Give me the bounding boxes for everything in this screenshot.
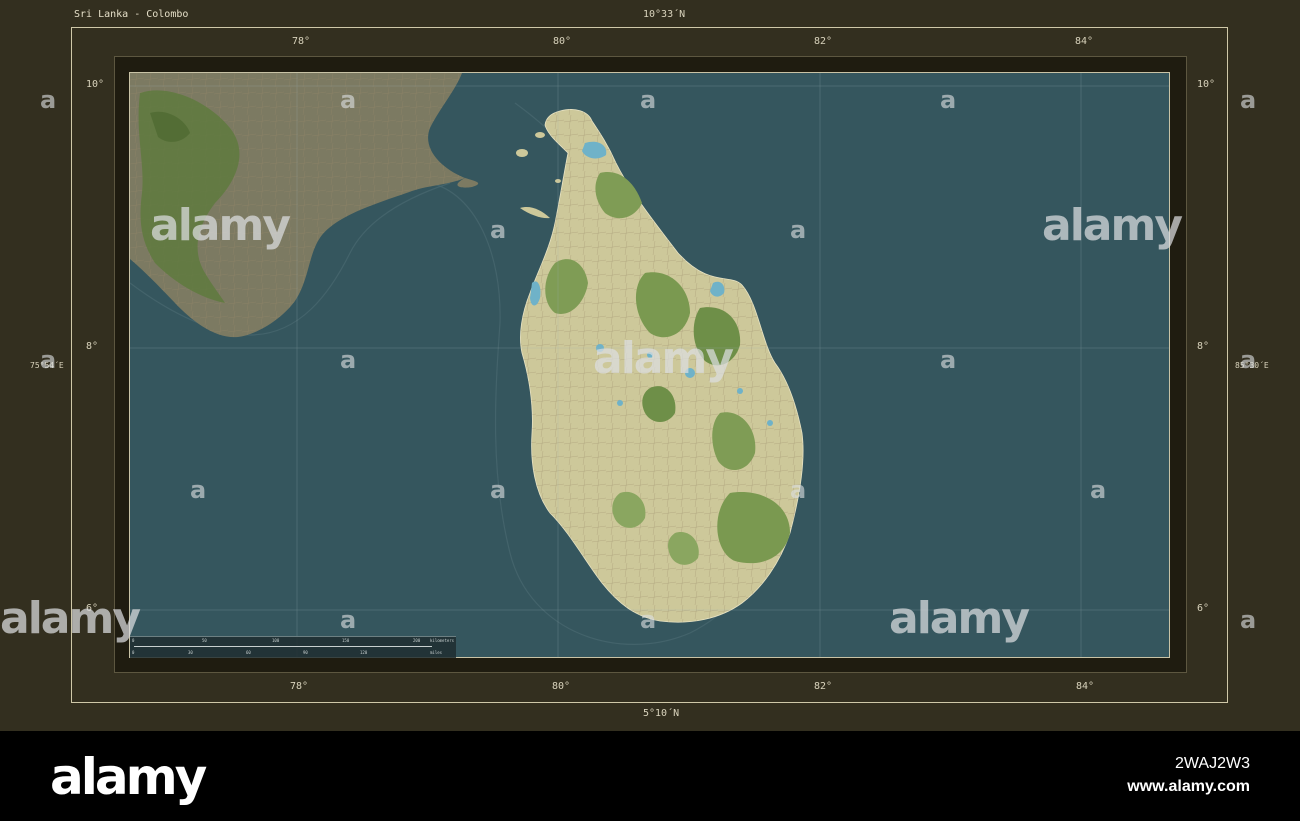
- watermark-glyph: a: [640, 86, 657, 114]
- scale-km-unit: kilometers: [430, 638, 455, 643]
- image-id: 2WAJ2W3: [1175, 755, 1250, 772]
- scale-mi-90: 90: [303, 650, 308, 655]
- watermark-glyph: a: [790, 216, 807, 244]
- watermark-glyph: a: [340, 86, 357, 114]
- watermark-alamy: alamy: [593, 333, 734, 384]
- lon-tick-top-84: 84°: [1075, 36, 1094, 47]
- reservoir-4: [737, 388, 743, 394]
- scale-mi-120: 120: [360, 650, 368, 655]
- watermark-alamy: alamy: [889, 593, 1030, 644]
- scale-mi-0: 0: [132, 650, 135, 655]
- scale-bar-km-line: [134, 646, 432, 647]
- watermark-glyph: a: [490, 476, 507, 504]
- latitude-bottom-label: 5°10´N: [643, 708, 680, 719]
- scale-km-150: 150: [342, 638, 350, 643]
- watermark-glyph: a: [1090, 476, 1107, 504]
- watermark-alamy: alamy: [1042, 200, 1183, 251]
- site-url[interactable]: www.alamy.com: [1127, 778, 1250, 796]
- scale-bar: 0 50 100 150 200 kilometers 0 30 60 90 1…: [130, 636, 456, 658]
- watermark-alamy: alamy: [150, 200, 291, 251]
- watermark-glyph: a: [40, 86, 57, 114]
- lat-tick-right-10: 10°: [1197, 79, 1216, 90]
- lon-tick-bottom-82: 82°: [814, 681, 833, 692]
- watermark-glyph: a: [640, 606, 657, 634]
- watermark-glyph: a: [1240, 86, 1257, 114]
- scale-mi-30: 30: [188, 650, 193, 655]
- watermark-glyph: a: [790, 476, 807, 504]
- watermark-glyph: a: [340, 606, 357, 634]
- lat-tick-left-8: 8°: [86, 341, 99, 352]
- map-title: Sri Lanka - Colombo: [74, 9, 189, 20]
- lon-tick-bottom-80: 80°: [552, 681, 571, 692]
- lat-tick-left-10: 10°: [86, 79, 105, 90]
- lon-tick-bottom-78: 78°: [290, 681, 309, 692]
- lon-tick-top-82: 82°: [814, 36, 833, 47]
- watermark-glyph: a: [490, 216, 507, 244]
- watermark-alamy: alamy: [0, 593, 141, 644]
- alamy-logo: alamy: [50, 748, 207, 806]
- scale-km-100: 100: [272, 638, 280, 643]
- latitude-top-label: 10°33´N: [643, 9, 686, 20]
- islet-1: [535, 132, 545, 138]
- lon-tick-top-78: 78°: [292, 36, 311, 47]
- watermark-glyph: a: [940, 86, 957, 114]
- watermark-glyph: a: [1240, 346, 1257, 374]
- watermark-glyph: a: [940, 346, 957, 374]
- watermark-glyph: a: [190, 476, 207, 504]
- watermark-glyph: a: [340, 346, 357, 374]
- watermark-glyph: a: [1240, 606, 1257, 634]
- islet-delft: [516, 149, 528, 157]
- scale-km-50: 50: [202, 638, 207, 643]
- scale-km-200: 200: [413, 638, 421, 643]
- lon-tick-top-80: 80°: [553, 36, 572, 47]
- scale-mi-unit: miles: [430, 650, 443, 655]
- lat-tick-right-8: 8°: [1197, 341, 1210, 352]
- reservoir-5: [617, 400, 623, 406]
- reservoir-6: [767, 420, 773, 426]
- lat-tick-right-6: 6°: [1197, 603, 1210, 614]
- lon-tick-bottom-84: 84°: [1076, 681, 1095, 692]
- watermark-glyph: a: [40, 346, 57, 374]
- scale-mi-60: 60: [246, 650, 251, 655]
